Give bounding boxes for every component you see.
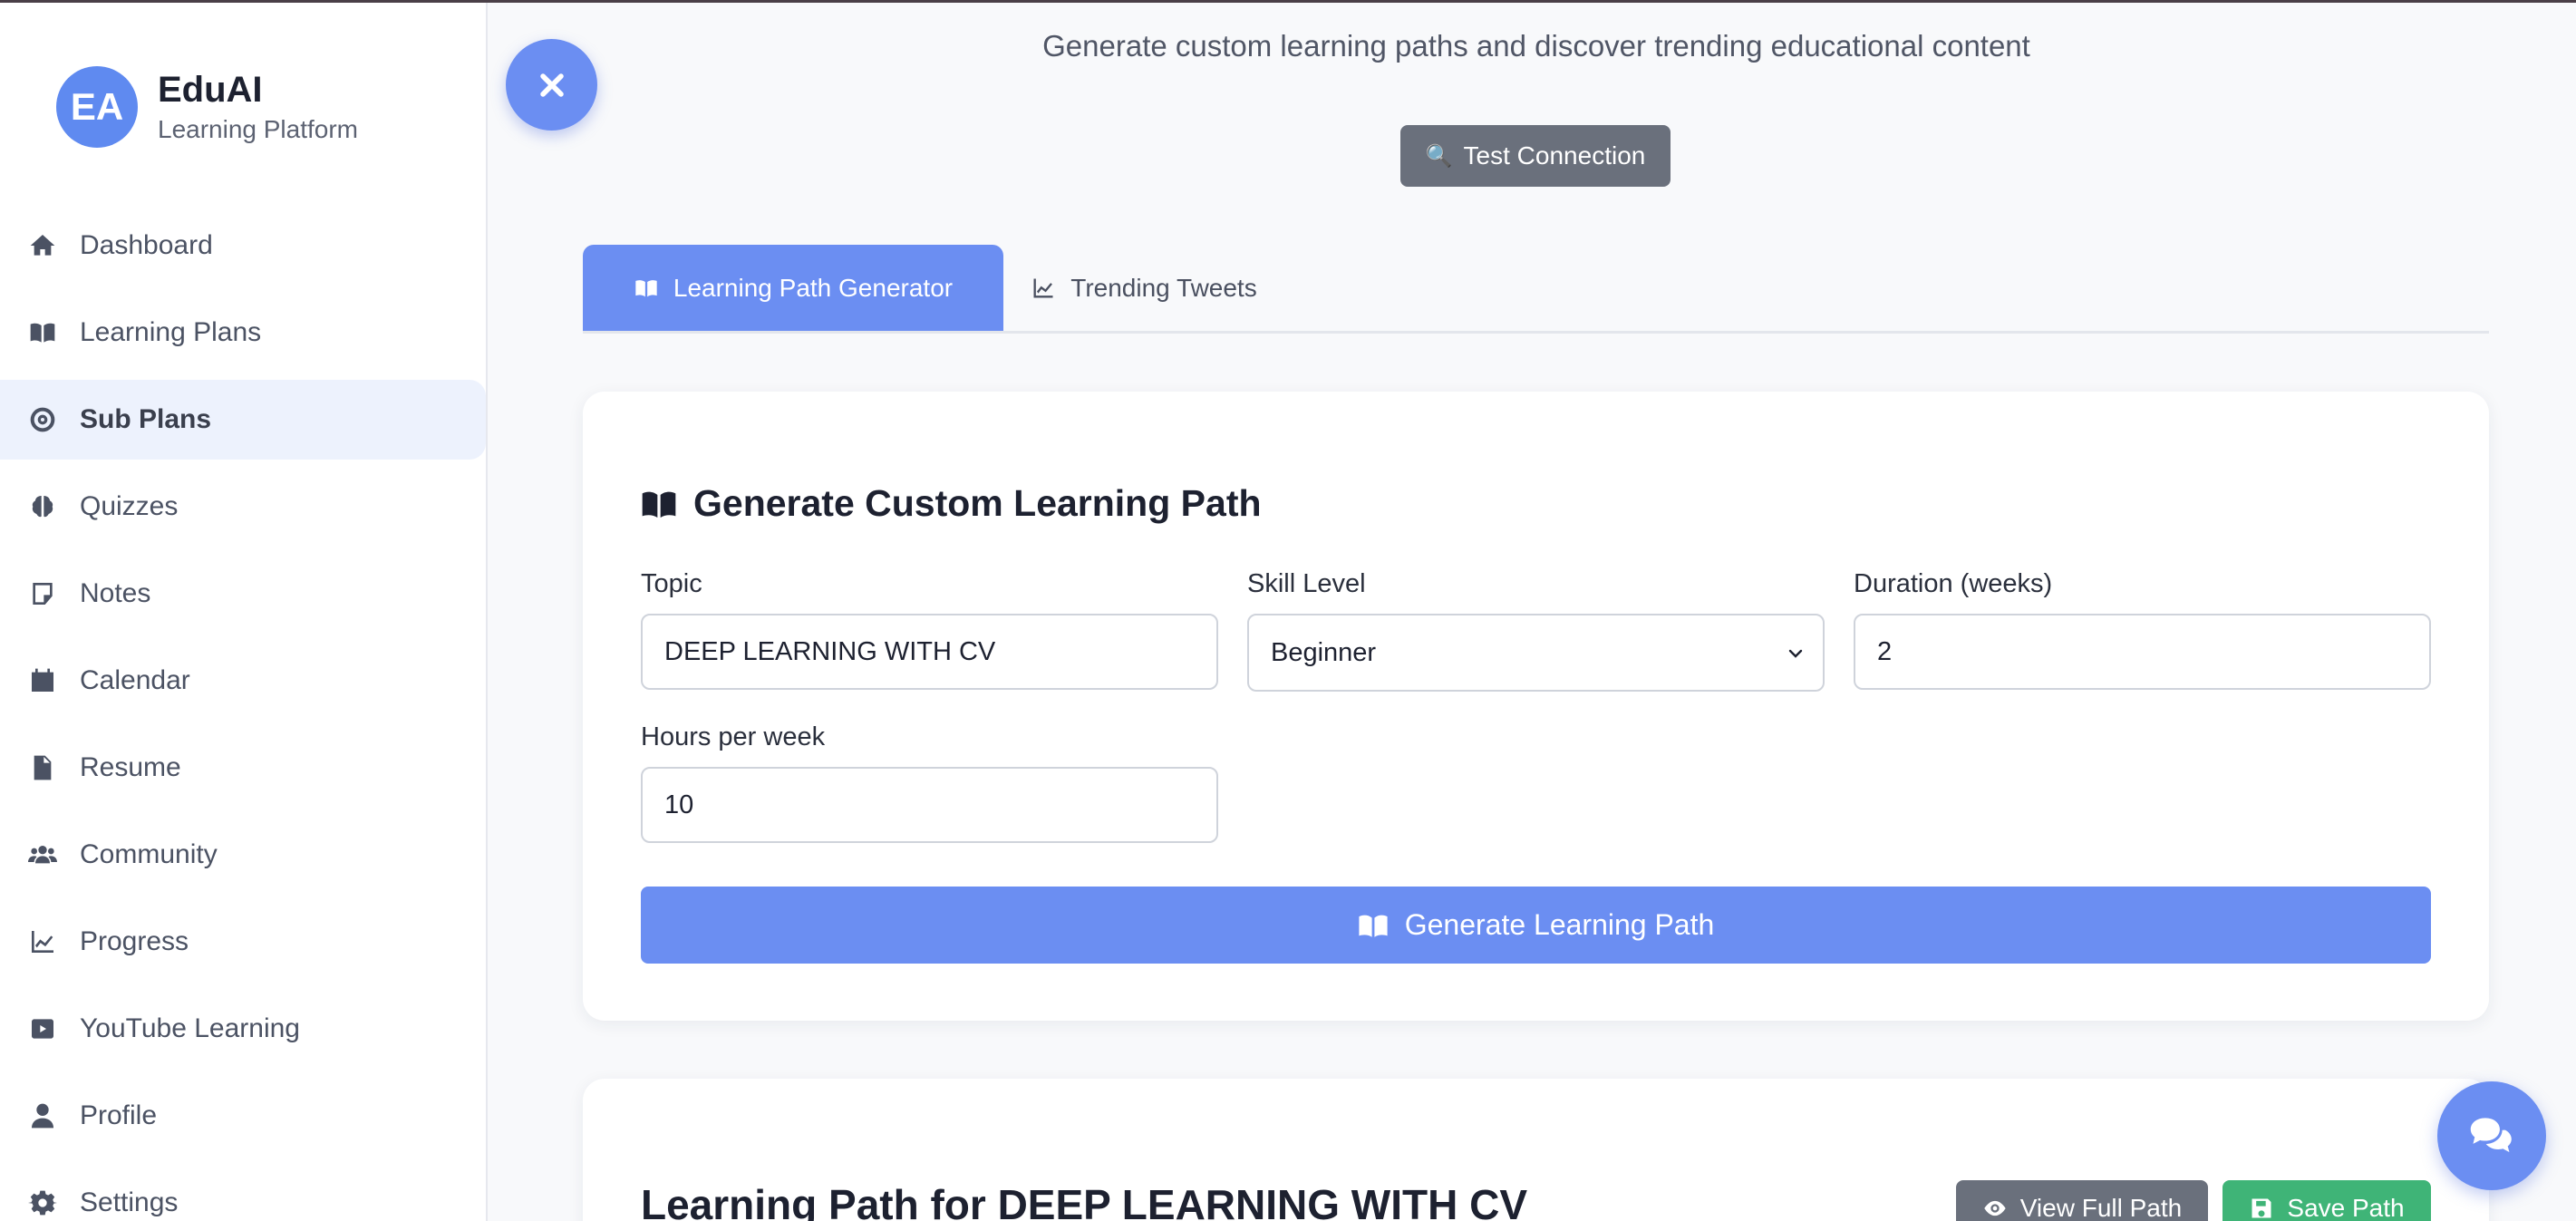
sidebar-item-label: Settings	[80, 1187, 179, 1217]
book-open-icon	[27, 317, 58, 348]
chat-bubbles-icon	[2470, 1118, 2512, 1153]
card-title-text: Generate Custom Learning Path	[693, 482, 1262, 524]
topic-input[interactable]: DEEP LEARNING WITH CV	[641, 614, 1218, 690]
tab-label: Trending Tweets	[1070, 273, 1257, 302]
hours-per-week-input[interactable]: 10	[641, 767, 1218, 843]
close-sidebar-button[interactable]	[506, 39, 597, 131]
gear-icon	[27, 1187, 58, 1218]
youtube-icon	[27, 1013, 58, 1044]
generate-learning-path-button[interactable]: Generate Learning Path	[641, 887, 2431, 964]
test-connection-button[interactable]: 🔍 Test Connection	[1400, 125, 1671, 187]
eye-icon	[1984, 1200, 2006, 1216]
result-title: Learning Path for DEEP LEARNING WITH CV	[641, 1181, 1527, 1221]
generate-path-card: Generate Custom Learning Path Topic DEEP…	[583, 392, 2489, 1021]
brand-avatar: EA	[56, 66, 138, 148]
learning-path-result-card: Learning Path for DEEP LEARNING WITH CV …	[583, 1079, 2489, 1221]
file-icon	[27, 752, 58, 783]
sidebar: EA EduAI Learning Platform Dashboard Lea…	[0, 3, 488, 1221]
page-subtitle: Generate custom learning paths and disco…	[1042, 29, 2030, 63]
brain-icon	[27, 491, 58, 522]
chart-line-icon	[27, 926, 58, 957]
sidebar-item-label: Profile	[80, 1100, 158, 1130]
sidebar-item-resume[interactable]: Resume	[0, 728, 486, 808]
sidebar-item-label: Dashboard	[80, 230, 213, 260]
generate-label: Generate Learning Path	[1404, 908, 1715, 941]
close-icon	[539, 73, 564, 97]
sidebar-item-dashboard[interactable]: Dashboard	[0, 206, 486, 286]
chevron-down-icon	[1788, 649, 1803, 658]
sidebar-nav: Dashboard Learning Plans Sub Plans Quizz…	[0, 206, 486, 1221]
book-open-icon	[642, 491, 676, 518]
card-title: Generate Custom Learning Path	[641, 482, 1262, 525]
sidebar-item-profile[interactable]: Profile	[0, 1076, 486, 1156]
brand[interactable]: EA EduAI Learning Platform	[56, 66, 358, 148]
save-path-label: Save Path	[2287, 1194, 2405, 1221]
save-icon	[2252, 1198, 2271, 1218]
book-open-icon	[635, 279, 657, 296]
sidebar-item-label: Notes	[80, 578, 151, 608]
sticky-note-icon	[27, 578, 58, 609]
tab-trending-tweets[interactable]: Trending Tweets	[1003, 245, 1284, 331]
sidebar-item-community[interactable]: Community	[0, 815, 486, 895]
sidebar-item-label: Resume	[80, 752, 181, 782]
user-icon	[27, 1100, 58, 1131]
sidebar-item-sub-plans[interactable]: Sub Plans	[0, 380, 486, 460]
duration-input[interactable]: 2	[1854, 614, 2431, 690]
duration-label: Duration (weeks)	[1854, 569, 2053, 598]
tab-bar: Learning Path Generator Trending Tweets	[583, 245, 2489, 334]
chart-line-icon	[1033, 278, 1053, 297]
target-icon	[27, 404, 58, 435]
skill-level-select[interactable]: Beginner	[1247, 614, 1825, 692]
view-full-path-label: View Full Path	[2019, 1194, 2183, 1221]
calendar-icon	[27, 665, 58, 696]
sidebar-item-calendar[interactable]: Calendar	[0, 641, 486, 721]
tab-label: Learning Path Generator	[673, 273, 954, 302]
users-icon	[27, 839, 58, 870]
sidebar-item-label: YouTube Learning	[80, 1013, 300, 1043]
sidebar-item-quizzes[interactable]: Quizzes	[0, 467, 486, 547]
topic-label: Topic	[641, 569, 702, 598]
sidebar-item-youtube-learning[interactable]: YouTube Learning	[0, 989, 486, 1069]
home-icon	[27, 230, 58, 261]
brand-name: EduAI	[158, 70, 263, 110]
sidebar-item-label: Calendar	[80, 665, 190, 695]
skill-level-value: Beginner	[1271, 637, 1377, 667]
sidebar-item-progress[interactable]: Progress	[0, 902, 486, 982]
sidebar-item-notes[interactable]: Notes	[0, 554, 486, 634]
sidebar-item-label: Community	[80, 839, 218, 869]
sidebar-item-label: Quizzes	[80, 491, 179, 521]
sidebar-item-learning-plans[interactable]: Learning Plans	[0, 293, 486, 373]
sidebar-item-label: Progress	[80, 926, 189, 956]
sidebar-item-label: Learning Plans	[80, 317, 262, 347]
skill-level-label: Skill Level	[1247, 569, 1366, 598]
brand-subtitle: Learning Platform	[158, 115, 359, 143]
save-path-button[interactable]: Save Path	[2223, 1180, 2431, 1221]
sidebar-item-settings[interactable]: Settings	[0, 1163, 486, 1221]
tab-learning-path-generator[interactable]: Learning Path Generator	[583, 245, 1003, 331]
hours-per-week-label: Hours per week	[641, 722, 826, 751]
chat-button[interactable]	[2437, 1081, 2546, 1190]
sidebar-item-label: Sub Plans	[80, 404, 212, 434]
view-full-path-button[interactable]: View Full Path	[1956, 1180, 2208, 1221]
test-connection-label: Test Connection	[1463, 141, 1646, 170]
book-open-icon	[1359, 915, 1388, 937]
magnifier-icon: 🔍	[1425, 143, 1453, 169]
